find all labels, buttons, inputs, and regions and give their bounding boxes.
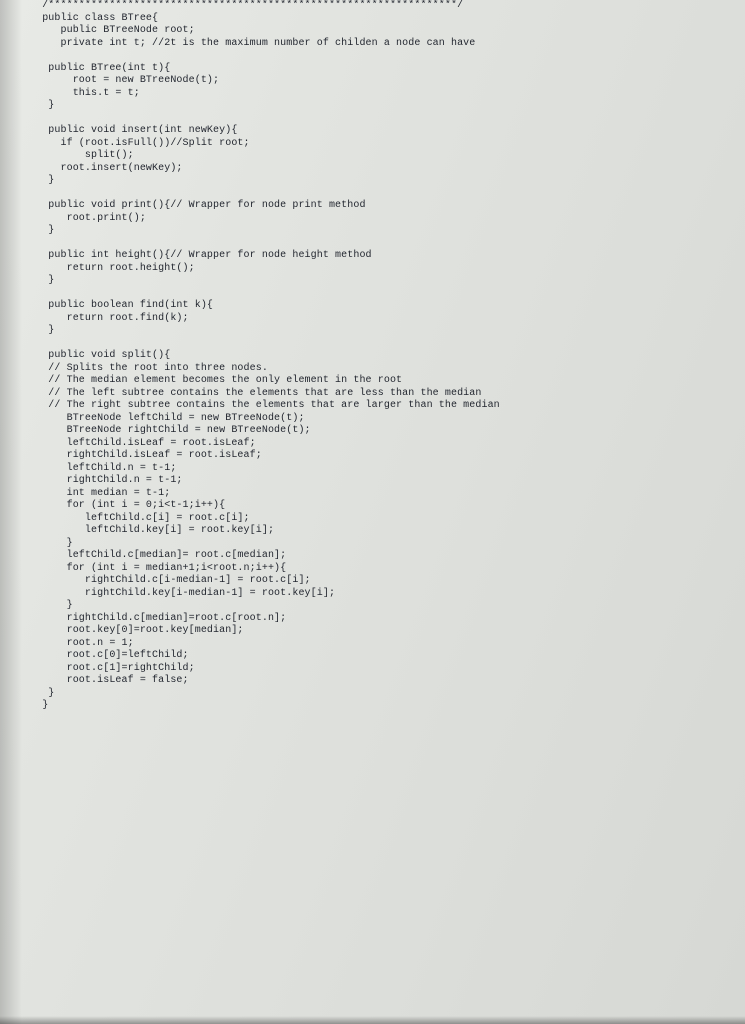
code-sheet: /***************************************… — [0, 0, 745, 1024]
scanned-page: /***************************************… — [0, 0, 745, 1024]
scan-shadow-bottom — [0, 1016, 745, 1024]
code-listing: /***************************************… — [30, 0, 745, 713]
